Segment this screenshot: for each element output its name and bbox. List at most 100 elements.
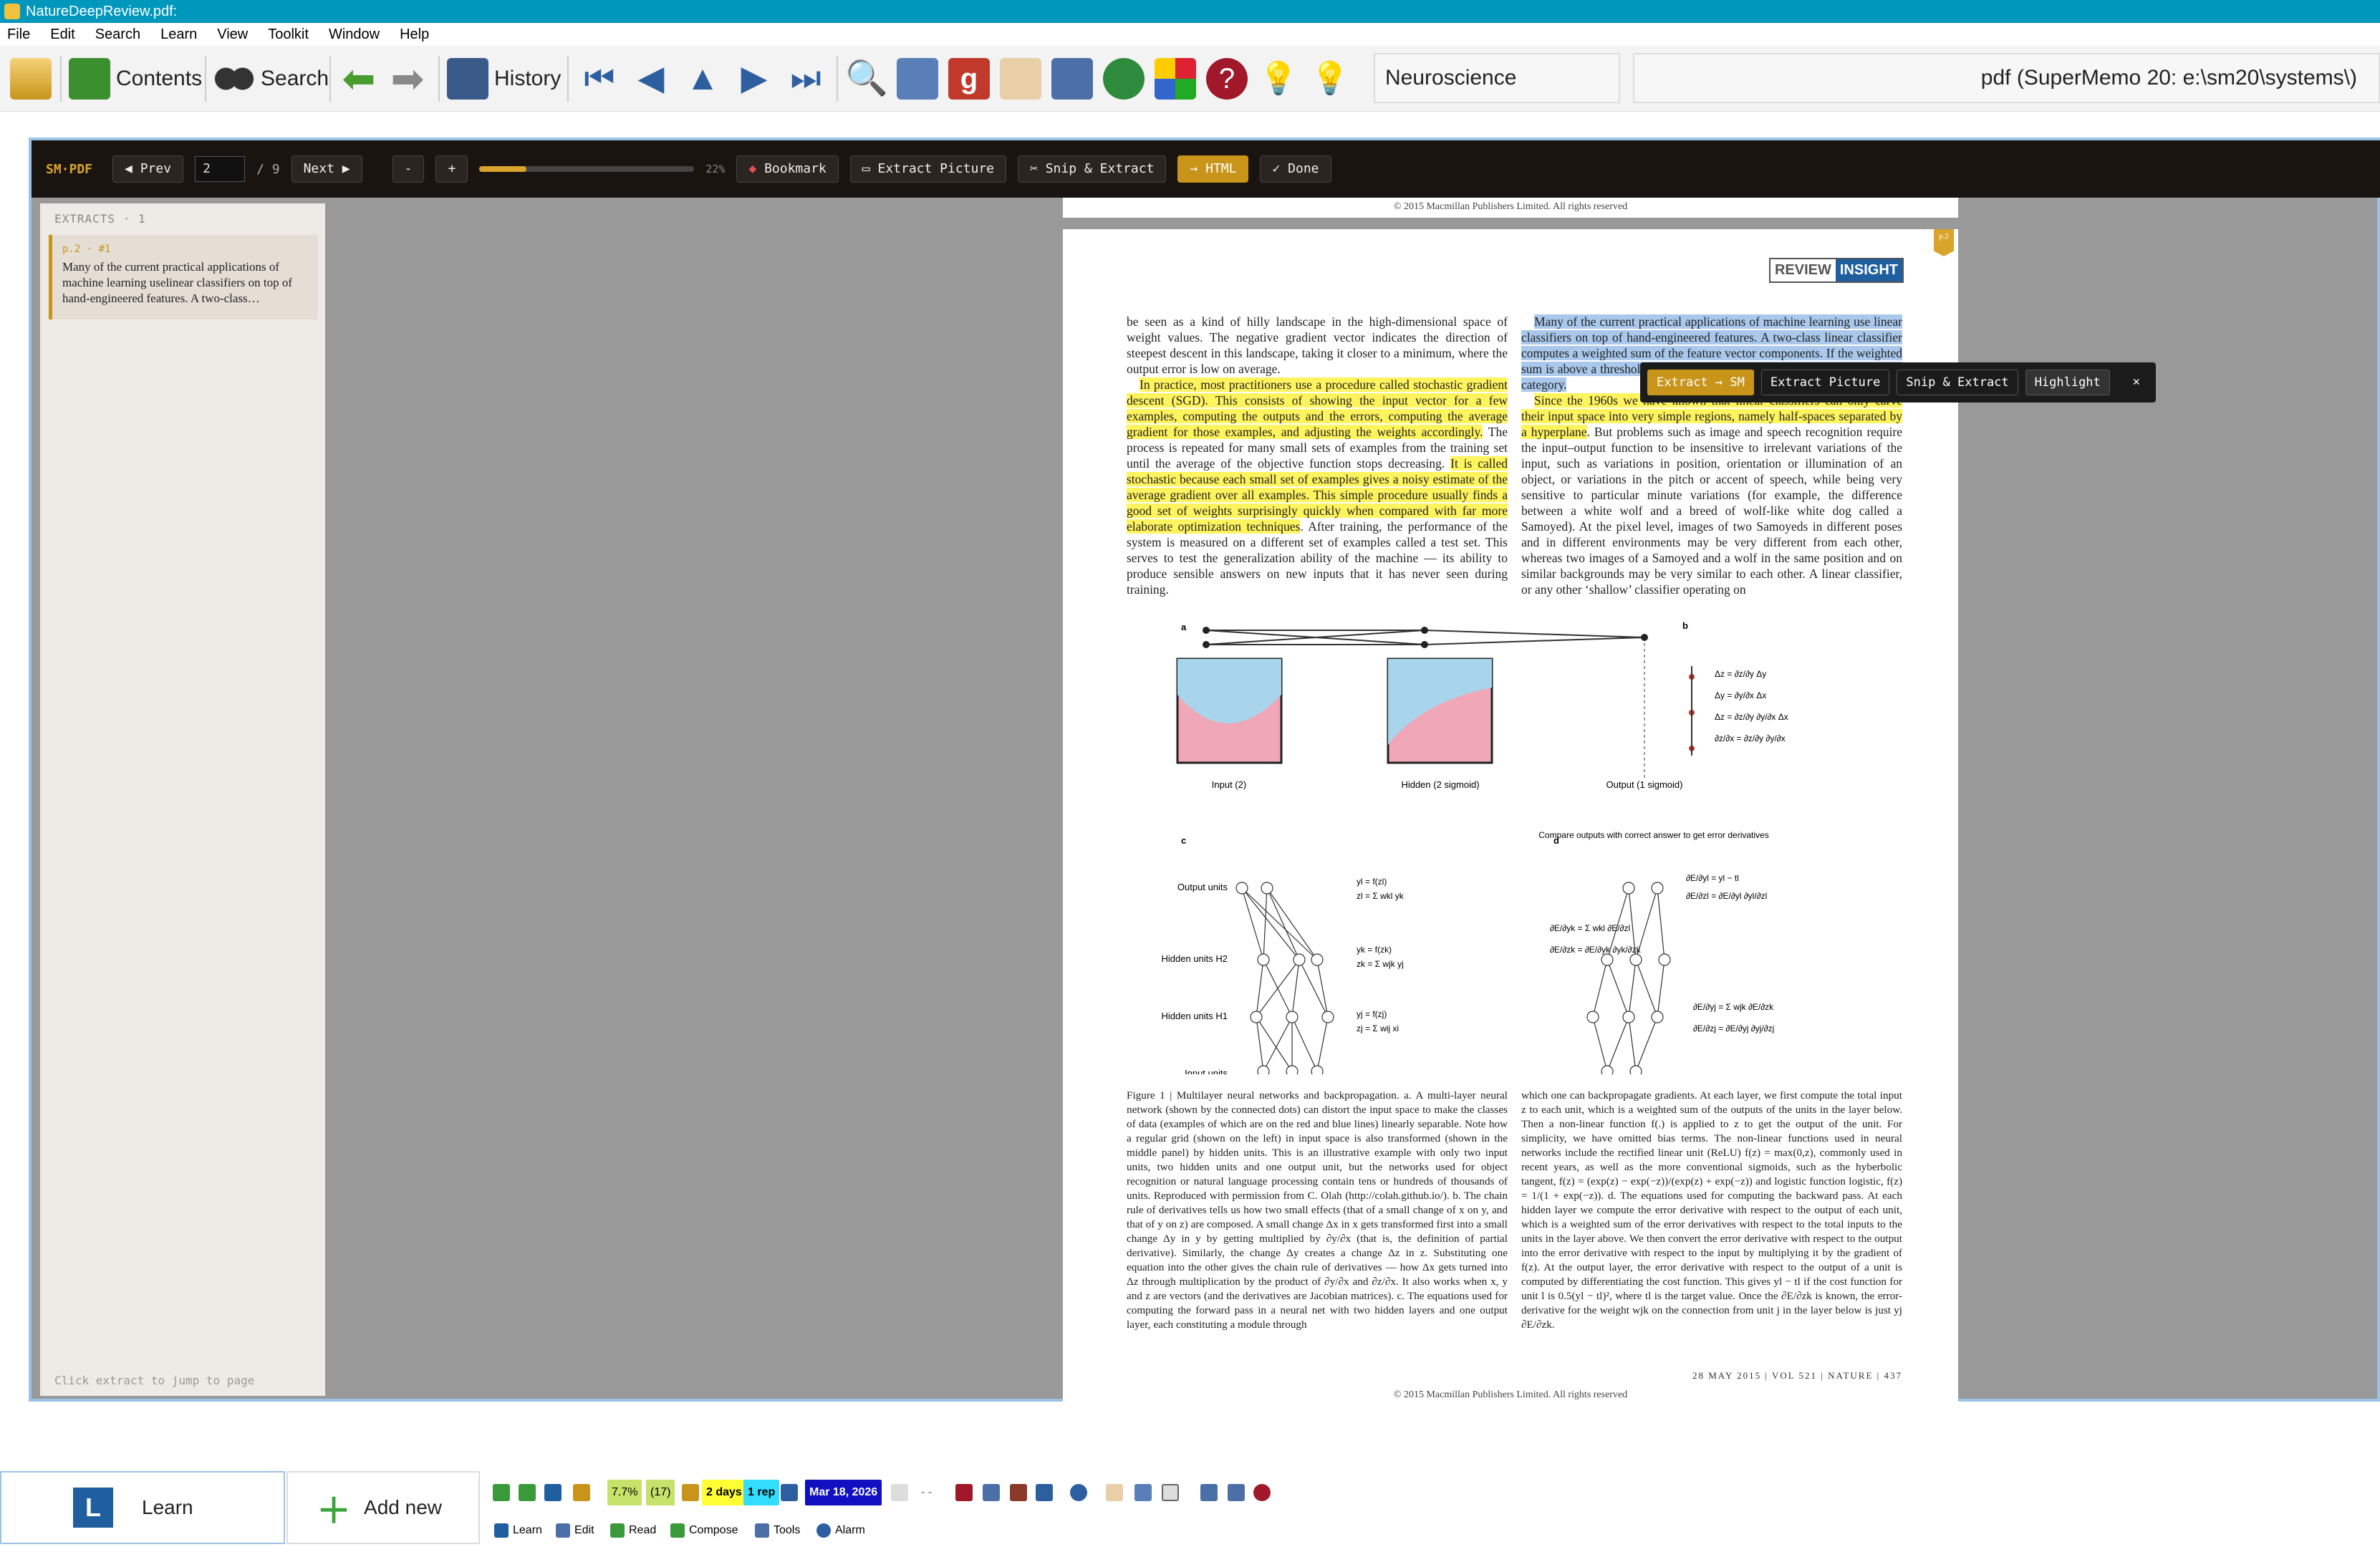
duplicate-icon[interactable] (1134, 1484, 1152, 1501)
menu-edit[interactable]: Edit (50, 23, 74, 46)
delete-icon[interactable] (955, 1484, 973, 1501)
caption-right: which one can backpropagate gradients. A… (1521, 1089, 1902, 1331)
prev-page-button[interactable]: ◀ Prev (112, 155, 184, 183)
menu-toolkit[interactable]: Toolkit (268, 23, 309, 46)
find-button[interactable]: 🔍 (845, 53, 888, 105)
text-icon[interactable] (1010, 1484, 1027, 1501)
lightbulb-off-icon: 💡 (1258, 61, 1299, 96)
extract-page-label: p.2 · #1 (62, 244, 111, 255)
help-icon: ? (1206, 58, 1248, 100)
window-icon[interactable] (1162, 1484, 1179, 1501)
title-bar: NatureDeepReview.pdf: (0, 0, 2380, 23)
tab-read[interactable]: Read (610, 1520, 656, 1541)
window-title: NatureDeepReview.pdf: (26, 4, 178, 19)
stat-percent: 7.7% (607, 1480, 642, 1505)
menu-file[interactable]: File (7, 23, 30, 46)
car-icon[interactable] (573, 1484, 590, 1501)
stat-days: 2 days (702, 1480, 746, 1505)
priority-icon[interactable] (682, 1484, 699, 1501)
category-field[interactable]: Neuroscience (1374, 53, 1620, 103)
calendar-icon[interactable] (891, 1484, 908, 1501)
menu-learn[interactable]: Learn (160, 23, 197, 46)
svg-text:∂E/∂zj = ∂E/∂yj ∂yj/∂zj: ∂E/∂zj = ∂E/∂yj ∂yj/∂zj (1693, 1023, 1774, 1033)
tab-edit[interactable]: Edit (556, 1520, 594, 1541)
tiles-icon (1155, 58, 1196, 100)
zoom-out-button[interactable]: - (392, 155, 425, 183)
tiles-button[interactable] (1155, 53, 1196, 105)
search-button[interactable]: Search (213, 53, 329, 105)
app-icon (4, 4, 20, 19)
close-popup-button[interactable]: ✕ (2124, 370, 2149, 395)
edit-icon[interactable] (1228, 1484, 1245, 1501)
snip-extract-button[interactable]: ✂ Snip & Extract (1018, 155, 1167, 183)
settings-icon[interactable] (1070, 1484, 1087, 1501)
last-button[interactable]: ⏭ (785, 53, 827, 105)
caption-left: Figure 1 | Multilayer neural networks an… (1127, 1089, 1508, 1331)
tip-button[interactable]: 💡 (1309, 53, 1351, 105)
extract-to-sm-button[interactable]: Extract → SM (1647, 370, 1754, 395)
svg-text:Δz = ∂z/∂y ∂y/∂x Δx: Δz = ∂z/∂y ∂y/∂x Δx (1715, 712, 1788, 722)
next-button[interactable]: ▶ (733, 53, 775, 105)
page-number-input[interactable]: 2 (195, 156, 246, 182)
help-button[interactable]: ? (1206, 53, 1248, 105)
tab-alarm[interactable]: Alarm (816, 1520, 865, 1541)
collection-icon[interactable] (544, 1484, 562, 1501)
first-button[interactable]: ⏮ (579, 53, 620, 105)
svg-text:Δz = ∂z/∂y Δy: Δz = ∂z/∂y Δy (1715, 669, 1766, 679)
picture-button[interactable] (1051, 53, 1093, 105)
popup-extract-picture-button[interactable]: Extract Picture (1760, 370, 1890, 395)
popup-snip-button[interactable]: Snip & Extract (1897, 370, 2018, 395)
stat-dashes: - - (921, 1486, 933, 1498)
svg-text:zj = Σ wij xi: zj = Σ wij xi (1357, 1023, 1399, 1033)
hint-button[interactable]: 💡 (1258, 53, 1299, 105)
svg-text:∂E/∂yj = Σ wjk ∂E/∂zk: ∂E/∂yj = Σ wjk ∂E/∂zk (1693, 1002, 1774, 1012)
tab-tools[interactable]: Tools (755, 1520, 800, 1541)
stat-date: Mar 18, 2026 (805, 1480, 882, 1505)
copy-icon[interactable] (1106, 1484, 1123, 1501)
search-label: Search (261, 67, 329, 90)
highlight-sgd[interactable]: In practice, most practitioners use a pr… (1127, 377, 1508, 439)
contents-button[interactable]: Contents (69, 53, 202, 105)
menu-search[interactable]: Search (95, 23, 140, 46)
extract-picture-label: Extract Picture (877, 161, 995, 176)
tab-compose[interactable]: Compose (670, 1520, 738, 1541)
menu-help[interactable]: Help (400, 23, 429, 46)
extract-item[interactable]: p.2 · #1 Many of the current practical a… (49, 235, 318, 319)
highlight-button[interactable]: Highlight (2025, 370, 2110, 395)
extract-picture-button[interactable]: ▭ Extract Picture (849, 155, 1007, 183)
download-button[interactable] (1103, 53, 1145, 105)
import-icon[interactable] (493, 1484, 510, 1501)
menu-window[interactable]: Window (329, 23, 380, 46)
mail-button[interactable] (1000, 53, 1041, 105)
schedule-icon[interactable] (781, 1484, 798, 1501)
zoom-slider[interactable] (479, 166, 695, 172)
tab-learn[interactable]: Learn (494, 1520, 542, 1541)
parent-button[interactable]: ▲ (682, 53, 723, 105)
previous-button[interactable]: ◀ (630, 53, 672, 105)
learn-button[interactable]: L Learn (0, 1471, 285, 1544)
sidebar-footer: Click extract to jump to page (54, 1374, 255, 1387)
done-button[interactable]: ✓ Done (1260, 155, 1331, 183)
last-icon: ⏭ (790, 59, 822, 97)
export-icon[interactable] (519, 1484, 536, 1501)
add-new-button[interactable]: ＋ Add new (286, 1471, 480, 1544)
image-icon[interactable] (983, 1484, 1000, 1501)
book-button[interactable] (897, 53, 938, 105)
to-html-button[interactable]: → HTML (1177, 155, 1249, 183)
bookmark-button[interactable]: ◆ Bookmark (736, 155, 839, 183)
history-button[interactable]: History (447, 53, 561, 105)
help-icon[interactable] (1253, 1484, 1271, 1501)
google-button[interactable]: g (948, 53, 990, 105)
save-icon[interactable] (1200, 1484, 1218, 1501)
reference-icon[interactable] (1036, 1484, 1053, 1501)
forward-button[interactable]: ➡ (387, 53, 428, 105)
path-field[interactable]: pdf (SuperMemo 20: e:\sm20\systems\) (1633, 53, 2380, 103)
stat-rep: 1 rep (743, 1480, 780, 1505)
next-page-button[interactable]: Next ▶ (291, 155, 362, 183)
zoom-in-button[interactable]: + (435, 155, 468, 183)
menu-view[interactable]: View (217, 23, 248, 46)
open-folder-button[interactable] (10, 53, 52, 105)
tools-small-icon (755, 1523, 769, 1538)
review-insight-badge: REVIEW INSIGHT (1768, 258, 1904, 283)
back-button[interactable]: ⬅ (338, 53, 380, 105)
